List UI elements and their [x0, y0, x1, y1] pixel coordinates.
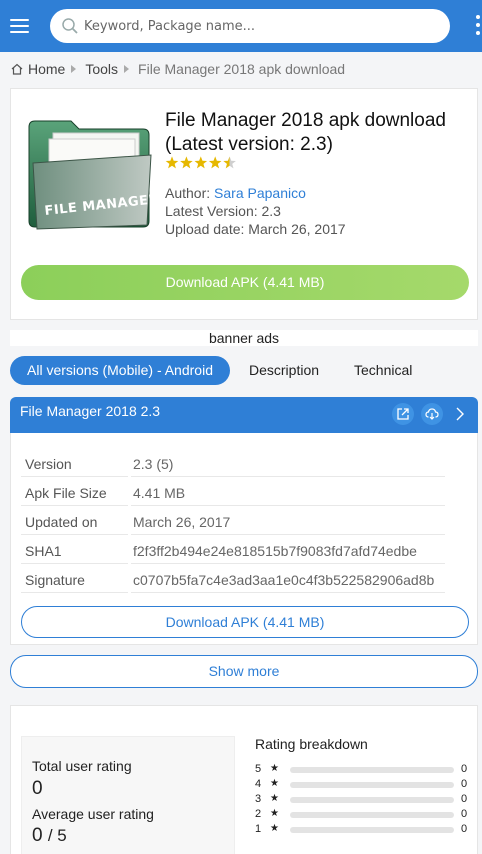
detail-value: f2f3ff2b494e24e818515b7f9083fd7afd74edbe: [133, 543, 417, 559]
detail-key: Updated on: [25, 514, 98, 530]
download-apk-version-button[interactable]: Download APK (4.41 MB): [21, 606, 469, 638]
breakdown-stars: 3: [255, 793, 262, 805]
average-rating-value: 0: [32, 825, 43, 846]
breakdown-bar: [290, 827, 454, 833]
breadcrumb-tools[interactable]: Tools: [85, 61, 118, 77]
detail-key: Signature: [25, 572, 85, 588]
breakdown-bar: [290, 767, 454, 773]
search-input[interactable]: [84, 9, 440, 43]
breadcrumb-separator-icon: [124, 65, 130, 73]
detail-row: Apk File Size 4.41 MB: [21, 477, 445, 506]
open-external-icon[interactable]: [392, 403, 414, 425]
search-icon[interactable]: [61, 17, 79, 35]
search-box: [50, 9, 450, 43]
breakdown-count: 0: [461, 793, 468, 805]
rating-summary: Total user rating 0 Average user rating …: [21, 736, 235, 854]
star-icon: ★: [270, 808, 279, 819]
latest-version: Latest Version: 2.3: [165, 203, 281, 219]
breakdown-stars: 2: [255, 808, 262, 820]
rating-breakdown-row: 4 ★ 0: [255, 778, 469, 790]
star-icon: [223, 156, 236, 169]
chevron-right-icon[interactable]: [453, 406, 467, 422]
tab-all-versions[interactable]: All versions (Mobile) - Android: [10, 356, 230, 385]
breakdown-stars: 1: [255, 823, 262, 835]
star-icon: [194, 156, 208, 169]
average-rating-suffix: / 5: [47, 826, 67, 845]
app-info-card: FILE MANAGER File Manager 2018 apk downl…: [10, 88, 478, 320]
rating-breakdown-row: 2 ★ 0: [255, 808, 469, 820]
rating-breakdown-row: 1 ★ 0: [255, 823, 469, 835]
breadcrumb-separator-icon: [71, 65, 77, 73]
author-label: Author:: [165, 185, 211, 201]
hamburger-menu-icon[interactable]: [6, 12, 34, 40]
breadcrumb-current: File Manager 2018 apk download: [138, 61, 346, 77]
breakdown-bar: [290, 782, 454, 788]
breadcrumb: Home Tools File Manager 2018 apk downloa…: [10, 60, 345, 78]
breadcrumb-home[interactable]: Home: [28, 61, 65, 77]
divider: [21, 592, 128, 593]
star-icon: [180, 156, 193, 169]
detail-row: Updated on March 26, 2017: [21, 506, 445, 535]
download-apk-button[interactable]: Download APK (4.41 MB): [21, 265, 469, 300]
detail-row: Signature c0707b5fa7c4e3ad3aa1e0c4f3b5225…: [21, 564, 445, 593]
show-more-button[interactable]: Show more: [10, 655, 478, 688]
detail-value: 4.41 MB: [133, 485, 186, 501]
detail-row: Version 2.3 (5): [21, 448, 445, 477]
detail-value: c0707b5fa7c4e3ad3aa1e0c4f3b522582906ad8b: [133, 572, 435, 588]
breakdown-bar: [290, 812, 454, 818]
breakdown-bar: [290, 797, 454, 803]
breakdown-count: 0: [461, 763, 468, 775]
average-rating: 0 / 5: [32, 825, 67, 847]
tab-description[interactable]: Description: [249, 356, 319, 385]
divider: [131, 592, 445, 593]
detail-key: Version: [25, 456, 72, 472]
detail-key: Apk File Size: [25, 485, 107, 501]
star-icon: [208, 156, 222, 169]
author-link[interactable]: Sara Papanico: [214, 185, 306, 201]
star-icon: ★: [270, 778, 279, 789]
upload-date: Upload date: March 26, 2017: [165, 221, 346, 237]
breakdown-count: 0: [461, 823, 468, 835]
rating-breakdown-title: Rating breakdown: [255, 736, 368, 752]
star-icon: ★: [270, 793, 279, 804]
detail-value: 2.3 (5): [133, 456, 174, 472]
banner-ads: banner ads: [10, 330, 478, 346]
version-details: Version 2.3 (5) Apk File Size 4.41 MB Update…: [10, 433, 478, 645]
rating-card: Total user rating 0 Average user rating …: [10, 705, 478, 854]
total-rating-value: 0: [32, 778, 43, 799]
total-rating-label: Total user rating: [32, 758, 132, 774]
cloud-download-icon[interactable]: [421, 403, 443, 425]
breakdown-count: 0: [461, 778, 468, 790]
breakdown-stars: 5: [255, 763, 262, 775]
star-icon: [165, 156, 179, 169]
author-line: Author: Sara Papanico: [165, 184, 465, 202]
star-icon: ★: [270, 823, 279, 834]
more-options-icon[interactable]: [472, 15, 482, 37]
tab-technical[interactable]: Technical: [354, 356, 412, 385]
rating-breakdown-row: 3 ★ 0: [255, 793, 469, 805]
home-icon: [11, 63, 23, 75]
breakdown-count: 0: [461, 808, 468, 820]
average-rating-label: Average user rating: [32, 806, 154, 822]
rating-breakdown-row: 5 ★ 0: [255, 763, 469, 775]
star-icon: ★: [270, 763, 279, 774]
rating-stars-icon: [165, 156, 236, 169]
file-manager-app-icon: FILE MANAGER: [28, 120, 155, 230]
detail-value: March 26, 2017: [133, 514, 231, 530]
top-bar: [0, 0, 482, 52]
breakdown-stars: 4: [255, 778, 262, 790]
version-header: File Manager 2018 2.3: [10, 397, 478, 433]
detail-key: SHA1: [25, 543, 62, 559]
detail-row: SHA1 f2f3ff2b494e24e818515b7f9083fd7afd74…: [21, 535, 445, 564]
version-title[interactable]: File Manager 2018 2.3: [20, 403, 160, 419]
app-title: File Manager 2018 apk download (Latest v…: [165, 110, 446, 155]
